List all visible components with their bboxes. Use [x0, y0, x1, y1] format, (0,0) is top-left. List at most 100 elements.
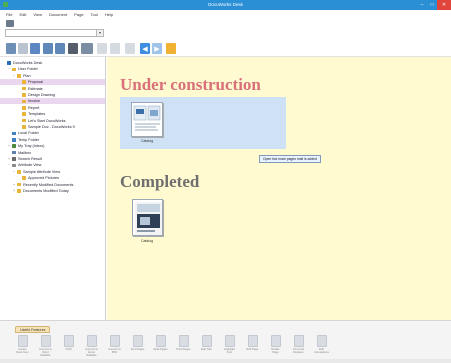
tree-item[interactable]: Approved Pictures: [0, 175, 105, 181]
menu-item-view[interactable]: View: [32, 12, 43, 17]
tree-item[interactable]: Mailbox: [0, 150, 105, 156]
arrow-left-icon[interactable]: ◀: [140, 43, 150, 54]
toolbar: ◀ ▶: [0, 40, 451, 57]
window-title: DocuWorks Desk: [208, 2, 243, 7]
tree-item[interactable]: Report: [0, 105, 105, 111]
expand-toggle-icon[interactable]: −: [8, 162, 11, 168]
status-bar: [0, 359, 451, 363]
folder-icon: [22, 99, 26, 104]
minimize-icon[interactable]: –: [417, 0, 427, 10]
feature-button[interactable]: OCR: [61, 335, 76, 351]
tree-item[interactable]: Let's Start DocuWorks: [0, 118, 105, 124]
expand-toggle-icon[interactable]: +: [13, 188, 16, 194]
tree-item[interactable]: − Plan: [0, 73, 105, 79]
menu-item-file[interactable]: File: [5, 12, 13, 17]
feature-button[interactable]: Edit Title: [199, 335, 214, 351]
expand-toggle-icon[interactable]: +: [8, 156, 11, 162]
section-title-under-construction: Under construction: [120, 75, 261, 94]
copy-icon[interactable]: [110, 43, 120, 54]
tree-item[interactable]: Local Folder: [0, 130, 105, 136]
tree-item[interactable]: − Attribute View: [0, 162, 105, 168]
tree-item[interactable]: + Recently Modified Documents: [0, 182, 105, 188]
tree-item[interactable]: Estimate: [0, 86, 105, 92]
tree-item-label: DocuWorks Desk: [13, 61, 43, 65]
thumbnail-size-icon[interactable]: [81, 43, 93, 54]
mailbox-icon: [12, 150, 16, 155]
feature-button[interactable]: Convert to PDF: [107, 335, 122, 354]
document-thumbnail-completed[interactable]: [132, 199, 163, 236]
tree-item[interactable]: + Documents Modified Today: [0, 188, 105, 194]
tree-item-label: User Folder: [18, 67, 38, 72]
menu-item-document[interactable]: Document: [48, 12, 68, 17]
feature-label: Convert to Excel Editable: [85, 347, 98, 357]
page-icon[interactable]: [97, 43, 107, 54]
list-view-icon[interactable]: [43, 43, 53, 54]
feature-button[interactable]: Create Desk Item: [15, 335, 30, 354]
feature-button[interactable]: Highlight Text: [222, 335, 237, 354]
tree-item[interactable]: Proposal: [0, 79, 105, 86]
expand-toggle-icon[interactable]: −: [13, 169, 16, 175]
annotation-icon[interactable]: [166, 43, 176, 54]
folder-icon: [22, 176, 26, 180]
tree-item[interactable]: Templates: [0, 111, 105, 117]
location-dropdown-button[interactable]: ▾: [96, 29, 104, 37]
tree-item[interactable]: + My Tray (Inbox): [0, 143, 105, 149]
section-title-completed: Completed: [120, 172, 200, 191]
tree-item[interactable]: Sample Doc - DocuWorks 9: [0, 124, 105, 130]
document-thumbnail-under-construction[interactable]: [131, 102, 163, 137]
expand-toggle-icon[interactable]: +: [13, 182, 16, 188]
feature-button[interactable]: Sort Pages: [130, 335, 145, 351]
feature-button[interactable]: Convert to Word Editable: [38, 335, 53, 357]
location-input[interactable]: [5, 29, 99, 37]
tree-item[interactable]: − User Folder: [0, 66, 105, 72]
close-icon[interactable]: ✕: [437, 0, 451, 10]
feature-label: Sort Pages: [130, 347, 145, 351]
expand-toggle-icon[interactable]: +: [8, 143, 11, 149]
feature-icon: [63, 335, 74, 347]
details-view-icon[interactable]: [55, 43, 65, 54]
feature-label: OCR: [65, 347, 72, 351]
tree-item-label: Plan: [23, 73, 31, 78]
tree-item[interactable]: Design Drawing: [0, 92, 105, 98]
feature-button[interactable]: Find and Replace: [291, 335, 306, 354]
folder-icon: [12, 67, 16, 72]
expand-toggle-icon[interactable]: −: [13, 73, 16, 79]
tree-item[interactable]: Temp Folder: [0, 137, 105, 143]
feature-button[interactable]: Edit Annotations: [314, 335, 329, 354]
folder-icon: [22, 80, 26, 84]
feature-button[interactable]: Split Pages: [153, 335, 168, 351]
folder-icon: [17, 170, 21, 174]
feature-button[interactable]: Find Pages: [176, 335, 191, 351]
feature-button[interactable]: Rotate Page: [268, 335, 283, 354]
menu-item-help[interactable]: Help: [104, 12, 114, 17]
folder-icon: [22, 86, 26, 91]
back-icon[interactable]: [18, 43, 28, 54]
feature-button[interactable]: Edit Page: [245, 335, 260, 351]
feature-label: Convert to Word Editable: [39, 347, 52, 357]
tab-useful-features[interactable]: Useful Features: [15, 326, 51, 333]
tree-item[interactable]: − Sample Attribute View: [0, 169, 105, 175]
tree-item[interactable]: + Search Result: [0, 156, 105, 162]
attribute-icon: [12, 163, 16, 168]
view-mode-icon[interactable]: [6, 43, 16, 54]
expand-toggle-icon[interactable]: −: [8, 66, 11, 72]
menu-item-tool[interactable]: Tool: [90, 12, 99, 17]
arrow-right-icon[interactable]: ▶: [152, 43, 162, 54]
tree-item[interactable]: Invoice: [0, 98, 105, 105]
binder-icon[interactable]: [125, 43, 135, 54]
feature-icon: [17, 335, 28, 347]
new-folder-icon[interactable]: [30, 43, 40, 54]
menu-item-edit[interactable]: Edit: [18, 12, 27, 17]
desk-icon: [6, 20, 14, 27]
tree-item[interactable]: DocuWorks Desk: [0, 60, 105, 66]
feature-label: Rotate Page: [271, 347, 280, 354]
binoculars-icon[interactable]: [68, 43, 78, 54]
feature-icon: [247, 335, 258, 347]
feature-button[interactable]: Convert to Excel Editable: [84, 335, 99, 357]
menu-item-page[interactable]: Page: [73, 12, 84, 17]
search-icon: [12, 157, 16, 161]
tray-icon: [12, 144, 16, 148]
maximize-icon[interactable]: □: [427, 0, 437, 10]
tree-item-label: Documents Modified Today: [23, 189, 69, 193]
tree-item-label: Let's Start DocuWorks: [28, 118, 66, 123]
